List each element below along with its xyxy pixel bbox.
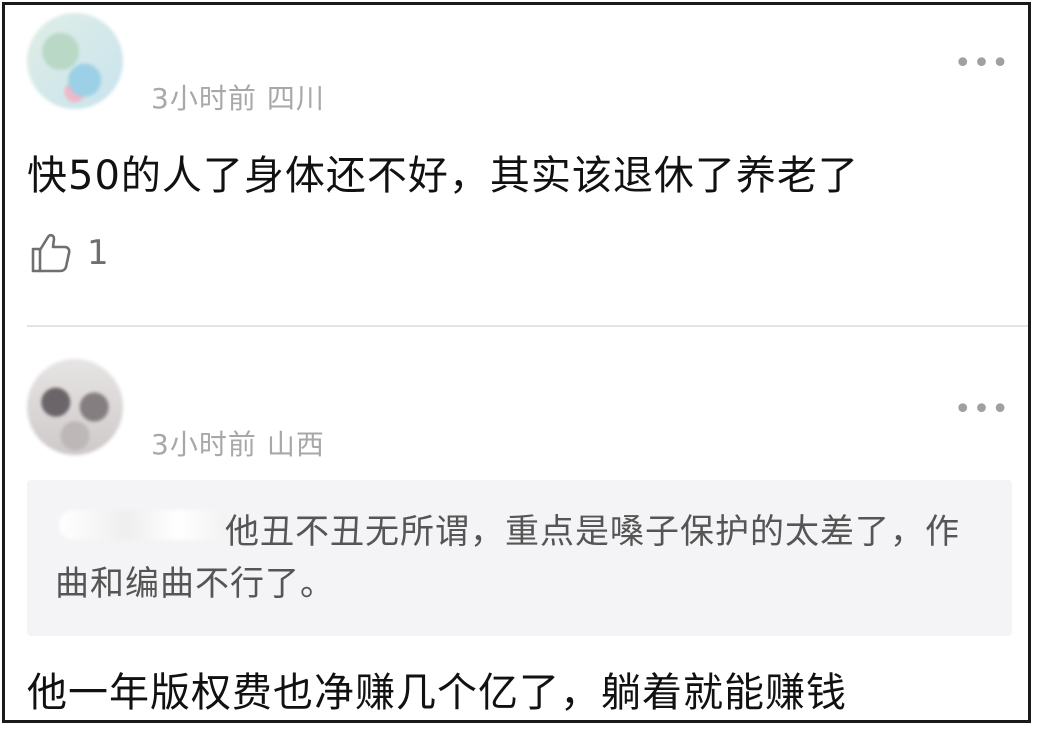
avatar[interactable]: [27, 13, 123, 109]
comment-time: 3小时前: [151, 428, 257, 461]
more-horizontal-icon: •••: [953, 392, 1010, 427]
like-button[interactable]: 1: [29, 231, 109, 275]
divider: [27, 325, 1028, 327]
comment-text: 快50的人了身体还不好，其实该退休了养老了: [27, 153, 859, 199]
more-options-button[interactable]: •••: [954, 395, 1010, 425]
more-horizontal-icon: •••: [953, 46, 1010, 81]
comment-text: 他一年版权费也净赚几个亿了，躺着就能赚钱: [27, 670, 847, 716]
quoted-reply[interactable]: 他丑不丑无所谓，重点是嗓子保护的太差了，作曲和编曲不行了。: [27, 480, 1012, 636]
comment-location: 山西: [266, 428, 325, 461]
comment-meta: 3小时前 四川: [151, 77, 325, 117]
comment-meta: 3小时前 山西: [151, 423, 325, 463]
comment-feed: 3小时前 四川 ••• 快50的人了身体还不好，其实该退休了养老了 1 3小时前山…: [2, 2, 1031, 723]
quoted-text: 他丑不丑无所谓，重点是嗓子保护的太差了，作曲和编曲不行了。: [55, 512, 960, 604]
more-options-button[interactable]: •••: [954, 49, 1010, 79]
comment-time: 3小时前: [151, 82, 257, 115]
avatar[interactable]: [27, 359, 123, 455]
comment-location: 四川: [266, 82, 325, 115]
like-count: 1: [87, 233, 109, 273]
thumbs-up-icon: [29, 231, 73, 275]
